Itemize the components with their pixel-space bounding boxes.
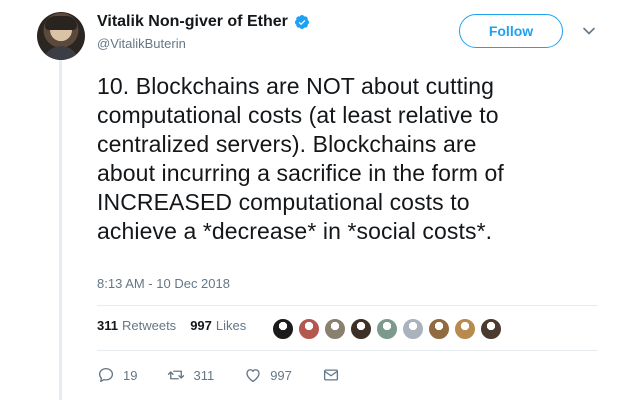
- reply-count: 19: [123, 367, 138, 383]
- likes-count: 997: [190, 318, 212, 333]
- engagement-stats: 311 Retweets 997 Likes: [97, 318, 260, 333]
- divider-bottom: [97, 350, 598, 351]
- thread-line: [59, 58, 62, 400]
- chevron-down-icon[interactable]: [582, 24, 596, 38]
- liker-avatar[interactable]: [480, 318, 502, 340]
- liker-avatar[interactable]: [428, 318, 450, 340]
- verified-badge-icon: [294, 15, 309, 29]
- liker-avatar[interactable]: [298, 318, 320, 340]
- author-name-row: Vitalik Non-giver of Ether: [97, 13, 310, 31]
- like-count: 997: [270, 367, 292, 383]
- liker-avatar[interactable]: [402, 318, 424, 340]
- liker-avatar[interactable]: [376, 318, 398, 340]
- tweet-actions: 19 311 997: [97, 366, 378, 384]
- heart-icon: [246, 369, 260, 383]
- retweet-action[interactable]: 311: [167, 366, 214, 384]
- follow-button[interactable]: Follow: [459, 14, 563, 48]
- retweet-count: 311: [193, 367, 215, 383]
- likers-avatars: [272, 318, 502, 340]
- envelope-icon: [323, 369, 338, 381]
- direct-message-action[interactable]: [322, 366, 348, 384]
- author-handle[interactable]: @VitalikButerin: [97, 36, 186, 51]
- reply-icon: [98, 367, 114, 383]
- likes-stat[interactable]: 997 Likes: [190, 318, 246, 333]
- liker-avatar[interactable]: [454, 318, 476, 340]
- avatar-hair: [45, 16, 77, 30]
- retweets-stat[interactable]: 311 Retweets: [97, 318, 176, 333]
- tweet-text: 10. Blockchains are NOT about cutting co…: [97, 73, 504, 244]
- liker-avatar[interactable]: [350, 318, 372, 340]
- tweet-timestamp[interactable]: 8:13 AM - 10 Dec 2018: [97, 276, 230, 291]
- author-display-name[interactable]: Vitalik Non-giver of Ether: [97, 13, 288, 31]
- avatar-shirt: [43, 46, 79, 60]
- liker-avatar[interactable]: [324, 318, 346, 340]
- likes-label: Likes: [215, 318, 247, 333]
- retweets-label: Retweets: [121, 318, 177, 333]
- reply-action[interactable]: 19: [97, 366, 137, 384]
- like-action[interactable]: 997: [244, 366, 292, 384]
- divider-top: [97, 305, 598, 306]
- retweet-icon: [168, 370, 185, 380]
- liker-avatar[interactable]: [272, 318, 294, 340]
- retweets-count: 311: [97, 318, 118, 333]
- avatar[interactable]: [37, 12, 85, 60]
